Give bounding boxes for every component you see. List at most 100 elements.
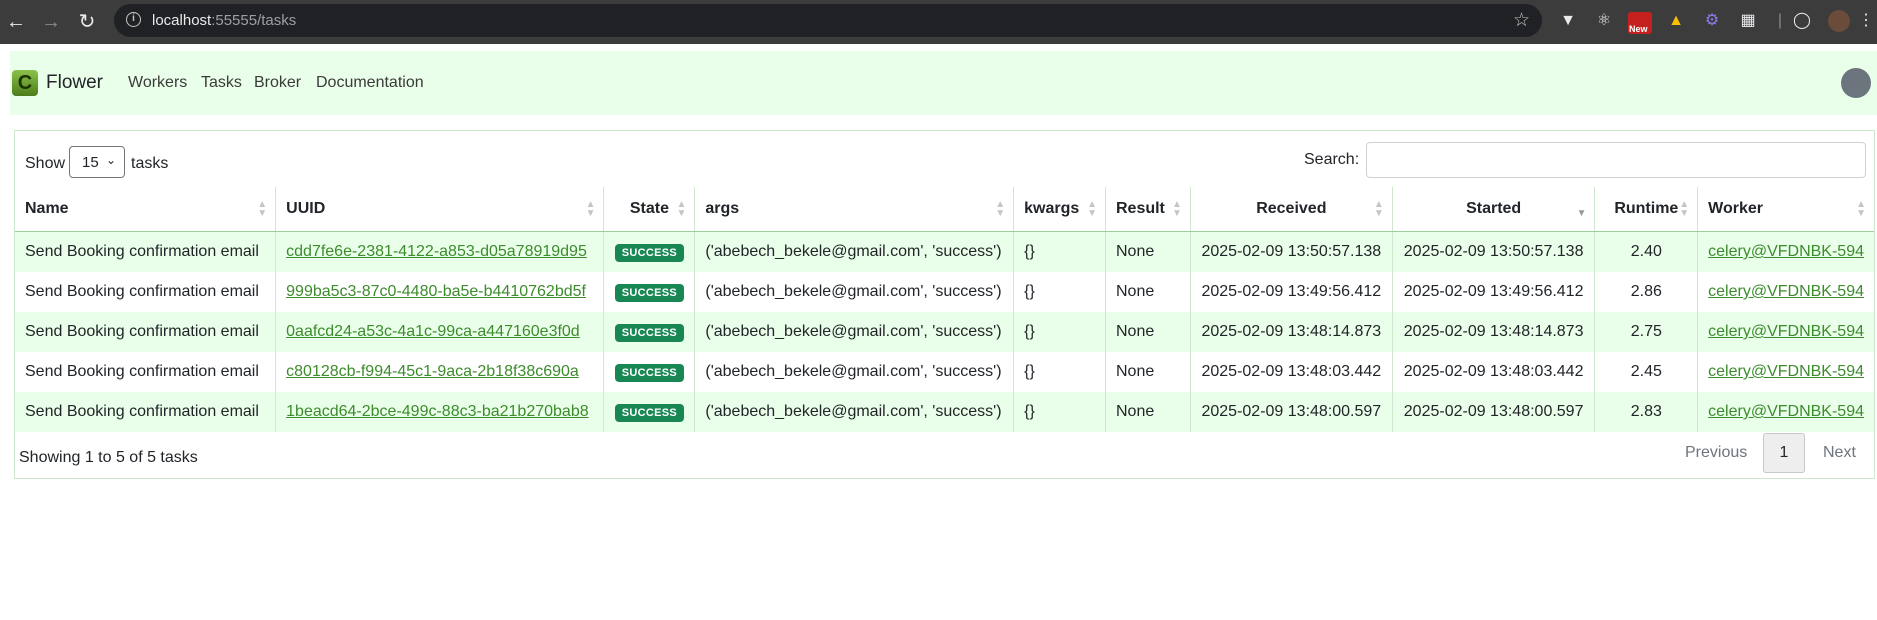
nav-broker[interactable]: Broker <box>254 74 301 92</box>
col-worker[interactable]: Worker ▲ ▼ <box>1697 187 1874 232</box>
status-badge: SUCCESS <box>614 323 685 342</box>
sort-icon: ▲ ▼ <box>585 199 596 219</box>
task-kwargs: {} <box>1013 231 1106 272</box>
table-row: Send Booking confirmation email c80128cb-… <box>15 352 1874 392</box>
bookmark-star-icon[interactable]: ☆ <box>1513 9 1530 32</box>
page-size-value: 15 <box>82 154 99 171</box>
task-started: 2025-02-09 13:48:03.442 <box>1392 352 1596 392</box>
task-received: 2025-02-09 13:50:57.138 <box>1190 231 1393 272</box>
previous-button[interactable]: Previous <box>1685 433 1747 473</box>
task-uuid-link[interactable]: cdd7fe6e-2381-4122-a853-d05a78919d95 <box>286 243 587 260</box>
col-uuid[interactable]: UUID ▲ ▼ <box>275 187 605 232</box>
col-result[interactable]: Result ▲ ▼ <box>1105 187 1191 232</box>
task-name: Send Booking confirmation email <box>15 272 277 312</box>
worker-link[interactable]: celery@VFDNBK-594 <box>1708 403 1864 420</box>
task-received: 2025-02-09 13:49:56.412 <box>1190 272 1393 312</box>
status-badge: SUCCESS <box>614 283 685 302</box>
tasks-table: Name ▲ ▼ UUID ▲ ▼ State ▲ ▼ args ▲ ▼ kwargs ▲ ▼ Re… <box>15 187 1874 432</box>
tasks-label: tasks <box>131 155 169 172</box>
reload-icon[interactable]: ↻ <box>75 10 99 34</box>
task-uuid-cell: 999ba5c3-87c0-4480-ba5e-b4410762bd5f <box>275 272 605 312</box>
github-icon[interactable] <box>1841 68 1871 98</box>
extension-new-icon[interactable]: New <box>1628 12 1652 34</box>
task-name: Send Booking confirmation email <box>15 312 277 352</box>
sort-icon: ▲ ▼ <box>995 199 1006 219</box>
col-name[interactable]: Name ▲ ▼ <box>15 187 277 232</box>
toolbar-divider: | <box>1777 12 1783 29</box>
task-args: ('abebech_bekele@gmail.com', 'success') <box>694 272 1015 312</box>
tasks-table-card: Show 15 ⌄ tasks Search: Name ▲ ▼ UUID ▲ ▼ St… <box>14 130 1875 479</box>
task-kwargs: {} <box>1013 392 1106 432</box>
page-size-select[interactable]: 15 ⌄ <box>69 146 125 178</box>
back-icon[interactable]: ← <box>4 10 28 34</box>
col-args[interactable]: args ▲ ▼ <box>694 187 1015 232</box>
table-row: Send Booking confirmation email 1beacd64-… <box>15 392 1874 432</box>
next-button[interactable]: Next <box>1823 433 1856 473</box>
col-kwargs[interactable]: kwargs ▲ ▼ <box>1013 187 1106 232</box>
task-worker-cell: celery@VFDNBK-594 <box>1697 312 1874 352</box>
task-result: None <box>1105 231 1191 272</box>
react-devtools-icon[interactable]: ⚛ <box>1594 11 1614 31</box>
task-started: 2025-02-09 13:50:57.138 <box>1392 231 1596 272</box>
sort-icon: ▲ ▼ <box>1856 199 1866 219</box>
task-name: Send Booking confirmation email <box>15 231 277 272</box>
gear-extension-icon[interactable]: ⚙ <box>1702 11 1722 31</box>
col-state[interactable]: State ▲ ▼ <box>603 187 696 232</box>
task-result: None <box>1105 352 1191 392</box>
task-uuid-cell: cdd7fe6e-2381-4122-a853-d05a78919d95 <box>275 231 605 272</box>
worker-link[interactable]: celery@VFDNBK-594 <box>1708 363 1864 380</box>
task-received: 2025-02-09 13:48:03.442 <box>1190 352 1393 392</box>
col-received[interactable]: Received ▲ ▼ <box>1190 187 1393 232</box>
worker-link[interactable]: celery@VFDNBK-594 <box>1708 323 1864 340</box>
task-received: 2025-02-09 13:48:14.873 <box>1190 312 1393 352</box>
address-bar[interactable]: i localhost:55555/tasks ☆ <box>114 4 1542 37</box>
task-runtime: 2.45 <box>1594 352 1699 392</box>
site-info-icon[interactable]: i <box>126 12 141 27</box>
url-text: localhost:55555/tasks <box>152 12 297 29</box>
sort-icon: ▲ ▼ <box>1172 199 1182 219</box>
google-drive-icon[interactable]: ▲ <box>1666 11 1686 31</box>
task-args: ('abebech_bekele@gmail.com', 'success') <box>694 352 1015 392</box>
task-started: 2025-02-09 13:48:14.873 <box>1392 312 1596 352</box>
extensions-puzzle-icon[interactable]: ▦ <box>1738 11 1758 31</box>
task-uuid-link[interactable]: c80128cb-f994-45c1-9aca-2b18f38c690a <box>286 363 579 380</box>
table-header-row: Name ▲ ▼ UUID ▲ ▼ State ▲ ▼ args ▲ ▼ kwargs ▲ ▼ Re… <box>15 187 1874 232</box>
task-uuid-link[interactable]: 999ba5c3-87c0-4480-ba5e-b4410762bd5f <box>286 283 586 300</box>
task-uuid-cell: 1beacd64-2bce-499c-88c3-ba21b270bab8 <box>275 392 605 432</box>
flower-logo-icon[interactable]: C <box>12 70 38 96</box>
task-state-cell: SUCCESS <box>603 272 696 312</box>
nav-workers[interactable]: Workers <box>128 74 187 92</box>
profile-avatar[interactable] <box>1828 10 1850 32</box>
page-1-button[interactable]: 1 <box>1763 433 1805 473</box>
col-runtime[interactable]: Runtime ▲ ▼ <box>1594 187 1699 232</box>
nav-tasks[interactable]: Tasks <box>201 74 242 92</box>
sort-icon: ▲ ▼ <box>257 199 268 219</box>
brand-name[interactable]: Flower <box>46 72 103 94</box>
table-row: Send Booking confirmation email cdd7fe6e-… <box>15 231 1874 272</box>
table-row: Send Booking confirmation email 999ba5c3-… <box>15 272 1874 312</box>
task-uuid-link[interactable]: 1beacd64-2bce-499c-88c3-ba21b270bab8 <box>286 403 588 420</box>
task-args: ('abebech_bekele@gmail.com', 'success') <box>694 231 1015 272</box>
sort-icon: ▲ ▼ <box>1373 199 1384 219</box>
worker-link[interactable]: celery@VFDNBK-594 <box>1708 243 1864 260</box>
col-started[interactable]: Started ▼ <box>1392 187 1596 232</box>
status-badge: SUCCESS <box>614 403 685 422</box>
task-uuid-link[interactable]: 0aafcd24-a53c-4a1c-99ca-a447160e3f0d <box>286 323 580 340</box>
task-worker-cell: celery@VFDNBK-594 <box>1697 392 1874 432</box>
nav-documentation[interactable]: Documentation <box>316 74 424 92</box>
sort-icon: ▲ ▼ <box>676 199 687 219</box>
table-info: Showing 1 to 5 of 5 tasks <box>19 449 198 466</box>
menu-kebab-icon[interactable]: ⋮ <box>1856 11 1876 31</box>
sort-icon: ▲ ▼ <box>1087 199 1097 219</box>
task-worker-cell: celery@VFDNBK-594 <box>1697 272 1874 312</box>
forward-icon[interactable]: → <box>39 10 63 34</box>
performance-icon[interactable]: ◯ <box>1792 11 1812 31</box>
vuetify-extension-icon[interactable]: ▼ <box>1558 11 1578 31</box>
task-started: 2025-02-09 13:48:00.597 <box>1392 392 1596 432</box>
search-input[interactable] <box>1366 142 1866 178</box>
task-result: None <box>1105 392 1191 432</box>
chevron-down-icon: ⌄ <box>105 153 116 167</box>
task-started: 2025-02-09 13:49:56.412 <box>1392 272 1596 312</box>
task-args: ('abebech_bekele@gmail.com', 'success') <box>694 392 1015 432</box>
worker-link[interactable]: celery@VFDNBK-594 <box>1708 283 1864 300</box>
